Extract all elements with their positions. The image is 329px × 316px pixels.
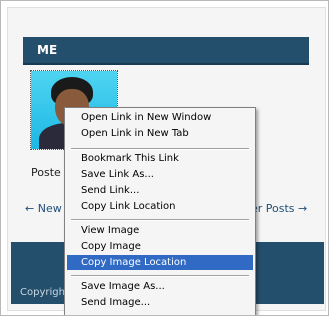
section-header: ME <box>23 37 309 65</box>
menu-item-bookmark-link[interactable]: Bookmark This Link <box>67 151 253 166</box>
menu-item-save-image-as[interactable]: Save Image As... <box>67 279 253 294</box>
menu-item-save-link-as[interactable]: Save Link As... <box>67 167 253 182</box>
menu-separator <box>71 219 249 221</box>
context-menu: Open Link in New Window Open Link in New… <box>64 107 256 315</box>
menu-item-copy-link-location[interactable]: Copy Link Location <box>67 199 253 214</box>
menu-item-open-new-window[interactable]: Open Link in New Window <box>67 110 253 125</box>
newer-posts-link[interactable]: ← New <box>25 202 62 215</box>
menu-item-view-image[interactable]: View Image <box>67 223 253 238</box>
menu-item-send-link[interactable]: Send Link... <box>67 183 253 198</box>
footer-copyright: Copyrigh <box>20 287 65 298</box>
menu-item-copy-image[interactable]: Copy Image <box>67 239 253 254</box>
menu-separator <box>71 275 249 277</box>
menu-item-copy-image-location[interactable]: Copy Image Location <box>67 255 253 270</box>
posted-label: Poste <box>31 166 61 179</box>
menu-item-open-new-tab[interactable]: Open Link in New Tab <box>67 126 253 141</box>
menu-item-send-image[interactable]: Send Image... <box>67 295 253 310</box>
section-title: ME <box>37 43 58 57</box>
menu-separator <box>71 148 249 150</box>
screenshot-frame: ME Poste ← New der Posts → Copyrigh Open… <box>0 0 329 316</box>
